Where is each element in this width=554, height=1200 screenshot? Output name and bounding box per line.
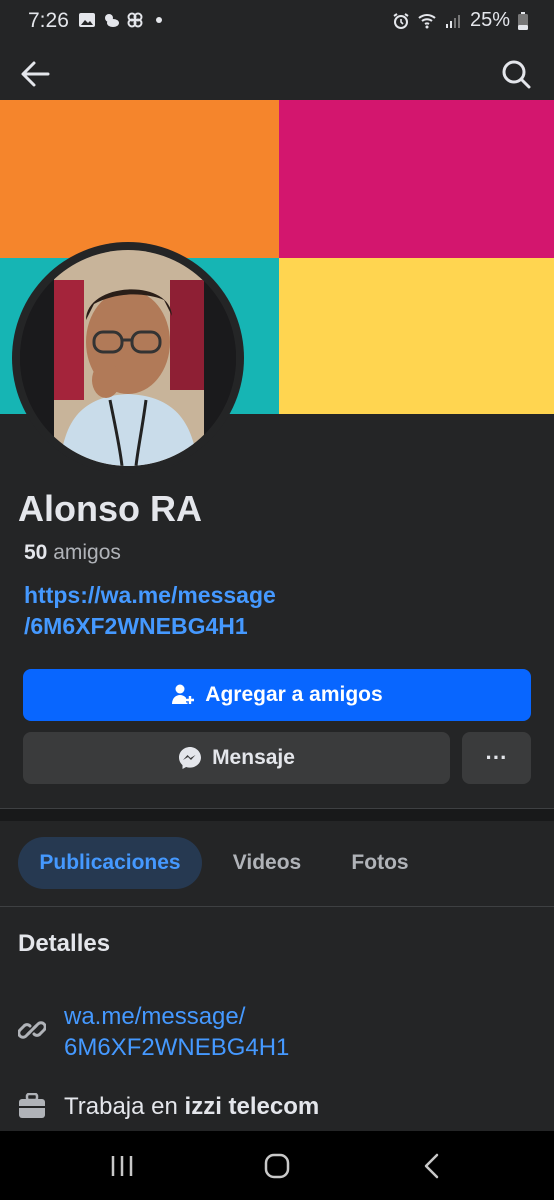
cover-quadrant xyxy=(279,100,554,258)
more-dots-icon: ··· xyxy=(485,745,508,770)
recent-apps-icon[interactable] xyxy=(102,1149,142,1183)
details-title: Detalles xyxy=(18,930,111,957)
battery-icon xyxy=(518,11,528,30)
add-friend-label: Agregar a amigos xyxy=(205,683,383,706)
pinwheel-icon xyxy=(127,12,143,28)
more-options-button[interactable]: ··· xyxy=(462,732,531,784)
profile-name: Alonso RA xyxy=(18,488,202,529)
friends-count[interactable]: 50 amigos xyxy=(24,541,121,565)
top-app-bar xyxy=(0,44,554,100)
battery-percent: 25% xyxy=(469,9,510,31)
message-label: Mensaje xyxy=(212,746,295,769)
details-work: Trabaja en izzi telecom xyxy=(64,1093,319,1121)
profile-picture-frame[interactable] xyxy=(12,242,244,474)
weather-icon xyxy=(105,14,119,27)
tab-label: Publicaciones xyxy=(39,851,181,874)
work-company[interactable]: izzi telecom xyxy=(185,1093,320,1120)
profile-photo xyxy=(20,250,236,466)
friends-label: amigos xyxy=(53,541,121,564)
add-friend-button[interactable]: Agregar a amigos xyxy=(23,669,531,721)
tab-fotos[interactable]: Fotos xyxy=(336,837,424,889)
tab-label: Fotos xyxy=(351,851,409,874)
status-system-icons: 25% xyxy=(392,9,528,32)
alarm-icon xyxy=(393,12,409,29)
link-icon xyxy=(18,1021,46,1039)
details-link-line: wa.me/message/ xyxy=(64,1003,246,1030)
system-nav-bar xyxy=(0,1131,554,1200)
tab-publicaciones[interactable]: Publicaciones xyxy=(18,837,202,889)
cover-quadrant xyxy=(279,258,554,414)
status-notification-icons xyxy=(78,11,168,29)
nav-back-icon[interactable] xyxy=(412,1149,452,1183)
profile-link-line: https://wa.me/message xyxy=(24,582,276,608)
tab-videos[interactable]: Videos xyxy=(218,837,316,889)
details-website-link[interactable]: wa.me/message/ 6M6XF2WNEBG4H1 xyxy=(64,1001,289,1063)
profile-link-line: /6M6XF2WNEBG4H1 xyxy=(24,613,248,639)
tab-label: Videos xyxy=(232,851,302,874)
profile-tabs: Publicaciones Videos Fotos xyxy=(0,820,554,907)
search-icon[interactable] xyxy=(496,54,536,94)
profile-bio-link[interactable]: https://wa.me/message /6M6XF2WNEBG4H1 xyxy=(24,580,344,642)
dot-icon xyxy=(156,17,162,23)
image-icon xyxy=(79,13,95,27)
signal-icon xyxy=(445,14,460,28)
wifi-icon xyxy=(418,13,436,28)
details-link-line: 6M6XF2WNEBG4H1 xyxy=(64,1034,290,1061)
work-prefix: Trabaja en xyxy=(64,1093,178,1120)
briefcase-icon xyxy=(19,1093,45,1118)
messenger-icon xyxy=(179,747,202,769)
friends-number: 50 xyxy=(24,541,48,564)
status-bar: 7:26 25% xyxy=(0,0,554,44)
home-icon[interactable] xyxy=(257,1149,297,1183)
message-button[interactable]: Mensaje xyxy=(23,732,450,784)
avatar[interactable] xyxy=(20,250,236,466)
status-time: 7:26 xyxy=(28,9,69,32)
cover-quadrant xyxy=(0,100,279,258)
add-friend-icon xyxy=(172,684,195,704)
back-arrow-icon[interactable] xyxy=(16,54,56,94)
